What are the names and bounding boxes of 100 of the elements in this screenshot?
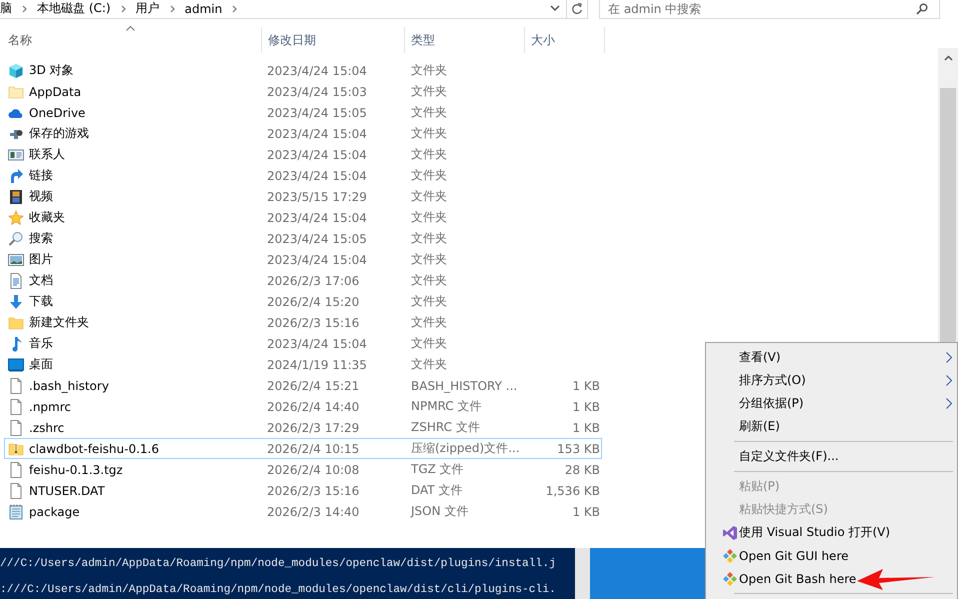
menu-item[interactable]: 刷新(E) <box>706 415 957 438</box>
document-icon <box>8 272 24 288</box>
file-type: 文件夹 <box>411 209 448 226</box>
file-type: 压缩(zipped)文件... <box>411 440 521 457</box>
modified-date: 2026/2/4 15:20 <box>267 294 360 308</box>
file-name: AppData <box>29 84 82 98</box>
file-row[interactable]: 音乐 2023/4/24 15:04 文件夹 <box>4 333 602 354</box>
file-type: DAT 文件 <box>411 482 464 499</box>
file-name: .bash_history <box>29 378 109 392</box>
modified-date: 2023/4/24 15:04 <box>267 210 368 224</box>
file-name: 视频 <box>29 188 53 205</box>
zip-icon <box>8 440 24 456</box>
modified-date: 2026/2/4 10:08 <box>267 462 360 476</box>
search-icon <box>916 3 928 15</box>
modified-date: 2026/2/3 15:16 <box>267 484 360 498</box>
file-type: ZSHRC 文件 <box>411 419 481 436</box>
file-name: 图片 <box>29 251 53 268</box>
file-name: 3D 对象 <box>29 62 74 79</box>
menu-item[interactable]: 自定义文件夹(F)... <box>706 445 957 468</box>
file-row[interactable]: 搜索 2023/4/24 15:05 文件夹 <box>4 228 602 249</box>
file-type: 文件夹 <box>411 293 448 310</box>
submenu-chevron-icon <box>946 375 952 386</box>
modified-date: 2023/4/24 15:04 <box>267 252 368 266</box>
file-row[interactable]: 链接 2023/4/24 15:04 文件夹 <box>4 165 602 186</box>
file-row[interactable]: NTUSER.DAT 2026/2/3 15:16 DAT 文件 1,536 KB <box>4 480 602 501</box>
star-icon <box>8 210 24 226</box>
modified-date: 2026/2/3 17:06 <box>267 274 360 288</box>
folder-icon <box>8 314 24 330</box>
file-row[interactable]: .bash_history 2026/2/4 15:21 BASH_HISTORY ... 1 KB <box>4 375 602 396</box>
file-row[interactable]: 文档 2026/2/3 17:06 文件夹 <box>4 270 602 291</box>
column-header[interactable]: 修改日期 <box>262 27 405 53</box>
address-bar[interactable]: 脑 本地磁盘 (C:) 用户 admin <box>0 0 588 19</box>
file-type: 文件夹 <box>411 104 448 121</box>
file-name: package <box>29 504 80 518</box>
menu-item[interactable]: 查看(V) <box>706 346 957 369</box>
menu-item[interactable]: Open Git Bash here <box>706 567 957 590</box>
file-type: NPMRC 文件 <box>411 398 482 415</box>
file-type: 文件夹 <box>411 83 448 100</box>
file-name: 联系人 <box>29 146 65 163</box>
menu-item[interactable]: 排序方式(O) <box>706 369 957 392</box>
submenu-chevron-icon <box>946 398 952 409</box>
modified-date: 2023/4/24 15:04 <box>267 148 368 162</box>
file-name: 收藏夹 <box>29 209 65 226</box>
file-row[interactable]: .npmrc 2026/2/4 14:40 NPMRC 文件 1 KB <box>4 396 602 417</box>
file-row[interactable]: 桌面 2024/1/19 11:35 文件夹 <box>4 354 602 375</box>
scroll-up-icon[interactable] <box>944 55 952 61</box>
file-type: 文件夹 <box>411 356 448 373</box>
submenu-chevron-icon <box>946 352 952 363</box>
file-type: 文件夹 <box>411 125 448 142</box>
file-type: JSON 文件 <box>411 503 470 520</box>
modified-date: 2023/4/24 15:03 <box>267 84 368 98</box>
file-row[interactable]: 视频 2023/5/15 17:29 文件夹 <box>4 186 602 207</box>
breadcrumb-item[interactable]: admin <box>184 2 222 16</box>
contact-icon <box>8 146 24 162</box>
file-name: 保存的游戏 <box>29 125 89 142</box>
breadcrumb-item[interactable]: 脑 <box>0 0 12 17</box>
breadcrumb-item[interactable]: 用户 <box>136 0 160 17</box>
modified-date: 2023/4/24 15:04 <box>267 126 368 140</box>
chevron-icon <box>120 4 127 12</box>
file-name: clawdbot-feishu-0.1.6 <box>29 442 159 456</box>
breadcrumb-item[interactable]: 本地磁盘 (C:) <box>37 0 111 17</box>
dropdown-icon[interactable] <box>550 5 560 12</box>
modified-date: 2026/2/4 14:40 <box>267 400 360 414</box>
file-row[interactable]: 图片 2023/4/24 15:04 文件夹 <box>4 249 602 270</box>
modified-date: 2023/4/24 15:04 <box>267 168 368 182</box>
notepad-icon <box>8 504 24 520</box>
column-header[interactable]: 名称 <box>0 27 262 53</box>
file-name: 新建文件夹 <box>29 314 89 331</box>
file-row[interactable]: clawdbot-feishu-0.1.6 2026/2/4 10:15 压缩(zipped)文件... 153 KB <box>4 438 602 459</box>
file-name: 下载 <box>29 293 53 310</box>
file-row[interactable]: AppData 2023/4/24 15:03 文件夹 <box>4 81 602 102</box>
file-type: BASH_HISTORY ... <box>411 378 518 392</box>
link-icon <box>8 168 24 184</box>
modified-date: 2023/4/24 15:05 <box>267 106 368 120</box>
menu-item[interactable]: 使用 Visual Studio 打开(V) <box>706 521 957 544</box>
column-header[interactable]: 大小 <box>525 27 605 53</box>
file-row[interactable]: 下载 2026/2/4 15:20 文件夹 <box>4 291 602 312</box>
search-field[interactable]: 在 admin 中搜索 <box>599 0 940 19</box>
cube-icon <box>8 62 24 78</box>
chevron-icon <box>22 4 28 12</box>
file-row[interactable]: 3D 对象 2023/4/24 15:04 文件夹 <box>4 60 602 81</box>
modified-date: 2023/4/24 15:04 <box>267 336 368 350</box>
file-row[interactable]: 新建文件夹 2026/2/3 15:16 文件夹 <box>4 312 602 333</box>
file-row[interactable]: 联系人 2023/4/24 15:04 文件夹 <box>4 144 602 165</box>
file-row[interactable]: 保存的游戏 2023/4/24 15:04 文件夹 <box>4 123 602 144</box>
file-type: 文件夹 <box>411 251 448 268</box>
file-row[interactable]: package 2026/2/3 14:40 JSON 文件 1 KB <box>4 501 602 522</box>
file-size: 1 KB <box>572 378 600 392</box>
file-row[interactable]: .zshrc 2026/2/3 17:29 ZSHRC 文件 1 KB <box>4 417 602 438</box>
menu-item[interactable]: Open Git GUI here <box>706 544 957 567</box>
chevron-icon <box>170 4 176 12</box>
modified-date: 2023/5/15 17:29 <box>267 190 368 204</box>
menu-item[interactable]: 分组依据(P) <box>706 392 957 415</box>
diamond-tiles-icon <box>722 548 738 564</box>
file-row[interactable]: OneDrive 2023/4/24 15:05 文件夹 <box>4 102 602 123</box>
file-type: 文件夹 <box>411 272 448 289</box>
file-row[interactable]: 收藏夹 2023/4/24 15:04 文件夹 <box>4 207 602 228</box>
image-icon <box>8 252 24 268</box>
column-header[interactable]: 类型 <box>405 27 525 53</box>
file-row[interactable]: feishu-0.1.3.tgz 2026/2/4 10:08 TGZ 文件 28 KB <box>4 459 602 480</box>
